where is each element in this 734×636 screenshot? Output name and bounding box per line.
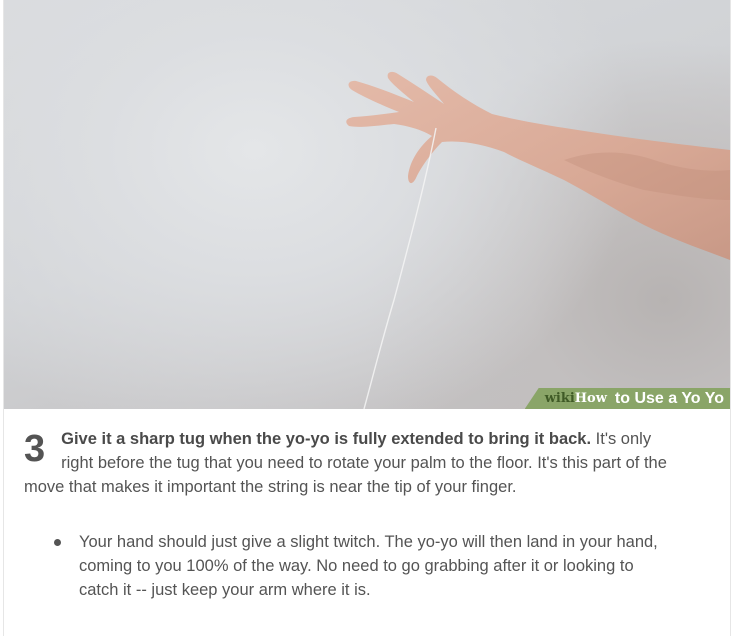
step-text: 3 Give it a sharp tug when the yo-yo is … xyxy=(24,427,674,499)
yoyo-string xyxy=(363,127,437,409)
step-card: wiki How to Use a Yo Yo 3 Give it a sharp … xyxy=(3,0,731,636)
hand-illustration xyxy=(346,71,730,409)
step-number: 3 xyxy=(24,428,46,470)
step-bullet-list: Your hand should just give a slight twit… xyxy=(24,530,674,602)
wikihow-watermark: wiki How to Use a Yo Yo xyxy=(524,388,730,409)
watermark-article-title: to Use a Yo Yo xyxy=(614,389,724,407)
watermark-wiki: wiki xyxy=(544,391,575,406)
watermark-how: How xyxy=(574,391,607,406)
step-image: wiki How to Use a Yo Yo xyxy=(4,0,730,409)
list-item: Your hand should just give a slight twit… xyxy=(24,530,674,602)
step-headline: Give it a sharp tug when the yo-yo is fu… xyxy=(61,430,592,448)
bullet-text: Your hand should just give a slight twit… xyxy=(79,533,658,599)
bullet-dot-icon xyxy=(54,539,61,546)
